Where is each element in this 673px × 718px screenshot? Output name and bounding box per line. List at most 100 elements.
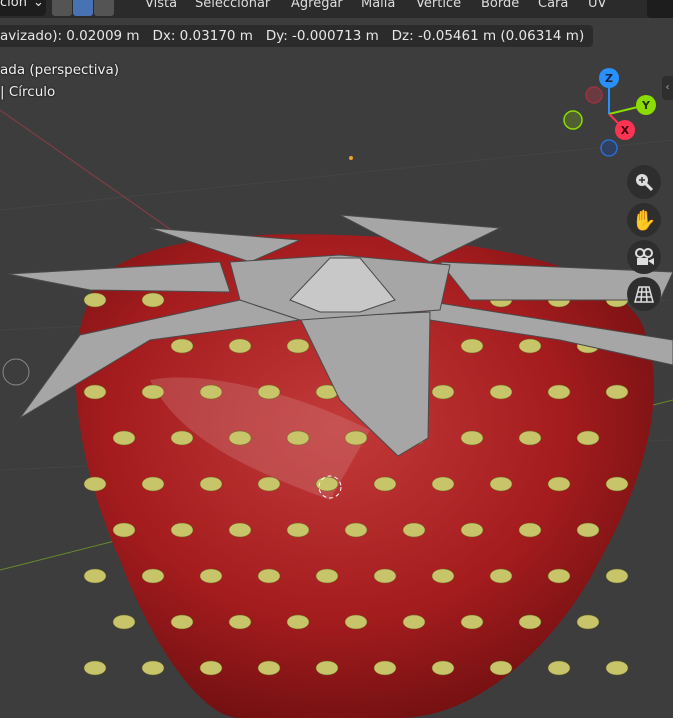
seed [286,614,310,630]
seed [170,614,194,630]
light-dot [349,156,353,160]
seed [112,614,136,630]
seed [112,430,136,446]
seed [344,430,368,446]
seed [547,660,571,676]
seed [431,476,455,492]
seed [460,614,484,630]
seed [141,660,165,676]
seed [199,384,223,400]
seed [547,476,571,492]
seed [286,522,310,538]
camera-icon[interactable] [627,240,661,274]
seed [460,338,484,354]
seed [431,660,455,676]
seed [315,660,339,676]
seed [112,522,136,538]
seed [286,338,310,354]
seed [199,660,223,676]
seed [257,568,281,584]
seed [141,476,165,492]
zoom-icon[interactable] [627,165,661,199]
menu-vertice[interactable]: Vértice [416,0,461,11]
gizmo-toggle-icon[interactable] [647,0,673,18]
sidebar-toggle-chevron-icon[interactable]: ‹ [662,76,673,100]
seed [286,430,310,446]
seed [489,476,513,492]
viewport-3d[interactable]: Z Y X [0,0,673,718]
gizmo-z-label: Z [605,72,613,85]
seed [257,384,281,400]
menu-malla[interactable]: Malla [361,0,395,11]
vertex-select-button[interactable] [52,0,72,16]
transform-status: avizado): 0.02009 m Dx: 0.03170 m Dy: -0… [0,25,593,47]
menu-uv[interactable]: UV [588,0,606,11]
seed [576,430,600,446]
seed [199,476,223,492]
seed [460,522,484,538]
seed [83,476,107,492]
seed [344,522,368,538]
gizmo-y-label: Y [641,99,651,112]
mode-dropdown[interactable]: ción ⌄ [0,0,46,16]
object-name: | Círculo [0,84,56,100]
seed [518,430,542,446]
seed [373,476,397,492]
seed [605,384,629,400]
seed [402,522,426,538]
seed [373,660,397,676]
ortho-grid-icon[interactable] [627,277,661,311]
seed [431,384,455,400]
seed [576,522,600,538]
cursor-circle [2,358,30,386]
seed [605,660,629,676]
seed [402,614,426,630]
seed [344,614,368,630]
seed [83,660,107,676]
seed [170,338,194,354]
seed [141,292,165,308]
seed [489,568,513,584]
seed [576,614,600,630]
seed [228,430,252,446]
menu-cara[interactable]: Cara [538,0,568,11]
pan-hand-icon[interactable]: ✋ [627,203,661,237]
seed [489,660,513,676]
seed [170,522,194,538]
seed [257,476,281,492]
select-mode-group [52,0,114,16]
gizmo-x-label: X [621,124,630,137]
seed [373,568,397,584]
seed [547,384,571,400]
seed [83,384,107,400]
seed [518,338,542,354]
seed [489,384,513,400]
chevron-down-icon: ⌄ [32,0,44,10]
seed [228,338,252,354]
seed [199,568,223,584]
face-select-button[interactable] [94,0,114,16]
seed [228,522,252,538]
seed [83,292,107,308]
menu-seleccionar[interactable]: Seleccionar [195,0,270,11]
seed [141,568,165,584]
seed [315,568,339,584]
seed [547,568,571,584]
edge-select-button[interactable] [73,0,93,16]
menu-vista[interactable]: Vista [145,0,177,11]
menu-borde[interactable]: Borde [481,0,519,11]
seed [431,568,455,584]
seed [228,614,252,630]
seed [257,660,281,676]
header-bar: ción ⌄ Vista Seleccionar Agregar Malla Vé… [0,0,673,18]
seed [605,476,629,492]
seed [141,384,165,400]
menu-agregar[interactable]: Agregar [291,0,343,11]
seed [518,522,542,538]
seed [518,614,542,630]
seed [605,568,629,584]
seed [83,568,107,584]
mode-label: ción [0,0,27,10]
seed [460,430,484,446]
seed [170,430,194,446]
